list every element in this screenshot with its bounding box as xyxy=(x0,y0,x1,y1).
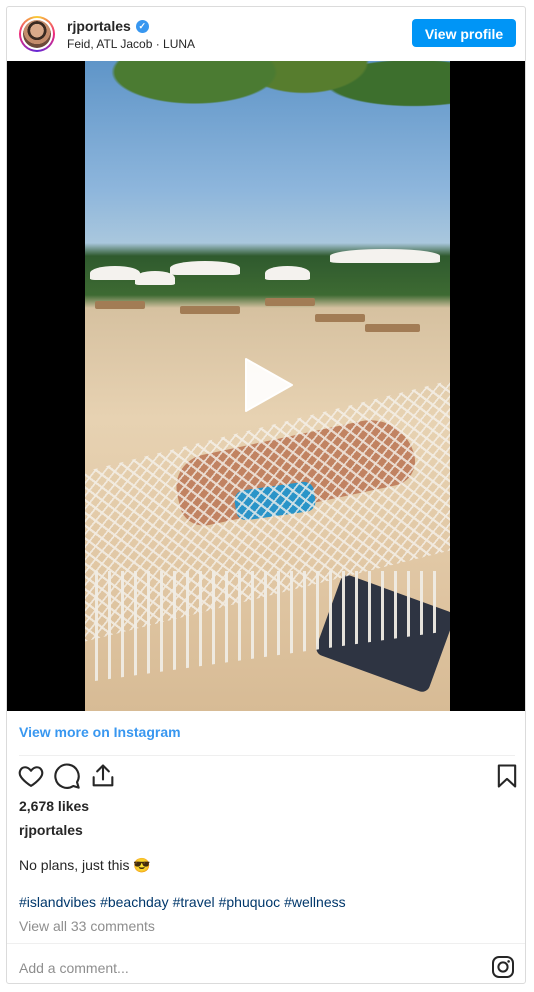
divider xyxy=(19,755,515,756)
instagram-embed-card: rjportales ✓ Feid, ATL Jacob · LUNA View… xyxy=(6,6,526,984)
verified-badge-icon: ✓ xyxy=(135,19,149,33)
caption-username[interactable]: rjportales xyxy=(19,822,83,838)
bookmark-icon[interactable] xyxy=(493,762,521,790)
umbrella-shape xyxy=(265,266,310,280)
hashtag-link[interactable]: #wellness xyxy=(284,894,345,910)
action-bar xyxy=(7,762,525,798)
avatar-image xyxy=(23,20,51,48)
comment-input[interactable]: Add a comment... xyxy=(19,960,129,976)
heart-icon-svg xyxy=(18,766,44,787)
hashtag-link[interactable]: #beachday xyxy=(100,894,169,910)
leaves-decoration xyxy=(85,61,450,171)
hashtag-link[interactable]: #travel xyxy=(173,894,215,910)
view-more-link[interactable]: View more on Instagram xyxy=(19,724,181,740)
umbrella-shape xyxy=(330,249,440,263)
instagram-logo-icon[interactable] xyxy=(491,955,515,979)
divider xyxy=(7,943,525,944)
hashtag-link[interactable]: #islandvibes xyxy=(19,894,96,910)
share-icon-svg xyxy=(92,764,114,787)
avatar[interactable] xyxy=(19,16,55,52)
play-icon[interactable] xyxy=(236,353,300,417)
comment-icon-svg xyxy=(54,763,80,789)
post-header: rjportales ✓ Feid, ATL Jacob · LUNA View… xyxy=(7,7,525,61)
audio-subtitle[interactable]: Feid, ATL Jacob · LUNA xyxy=(67,37,195,51)
username-row: rjportales ✓ xyxy=(67,18,195,34)
comment-icon[interactable] xyxy=(53,762,81,790)
share-icon[interactable] xyxy=(89,762,117,790)
lounger-shape xyxy=(365,324,420,332)
hashtag-list: #islandvibes #beachday #travel #phuquoc #wel… xyxy=(19,894,350,910)
view-comments-link[interactable]: View all 33 comments xyxy=(19,918,155,934)
lounger-shape xyxy=(95,301,145,309)
user-info: rjportales ✓ Feid, ATL Jacob · LUNA xyxy=(67,18,195,51)
hashtag-link[interactable]: #phuquoc xyxy=(219,894,281,910)
bookmark-icon-svg xyxy=(497,764,517,788)
instagram-logo-svg xyxy=(492,956,514,978)
lounger-shape xyxy=(180,306,240,314)
caption-text: No plans, just this 😎 xyxy=(19,857,151,873)
post-media[interactable] xyxy=(7,61,525,711)
umbrella-shape xyxy=(90,266,140,280)
avatar-frame xyxy=(21,18,53,50)
umbrella-shape xyxy=(135,271,175,285)
lounger-shape xyxy=(315,314,365,322)
umbrella-shape xyxy=(170,261,240,275)
likes-count[interactable]: 2,678 likes xyxy=(19,798,89,814)
lounger-shape xyxy=(265,298,315,306)
play-icon-svg xyxy=(245,358,293,412)
view-profile-button[interactable]: View profile xyxy=(412,19,516,47)
username[interactable]: rjportales xyxy=(67,18,131,34)
heart-icon[interactable] xyxy=(17,762,45,790)
